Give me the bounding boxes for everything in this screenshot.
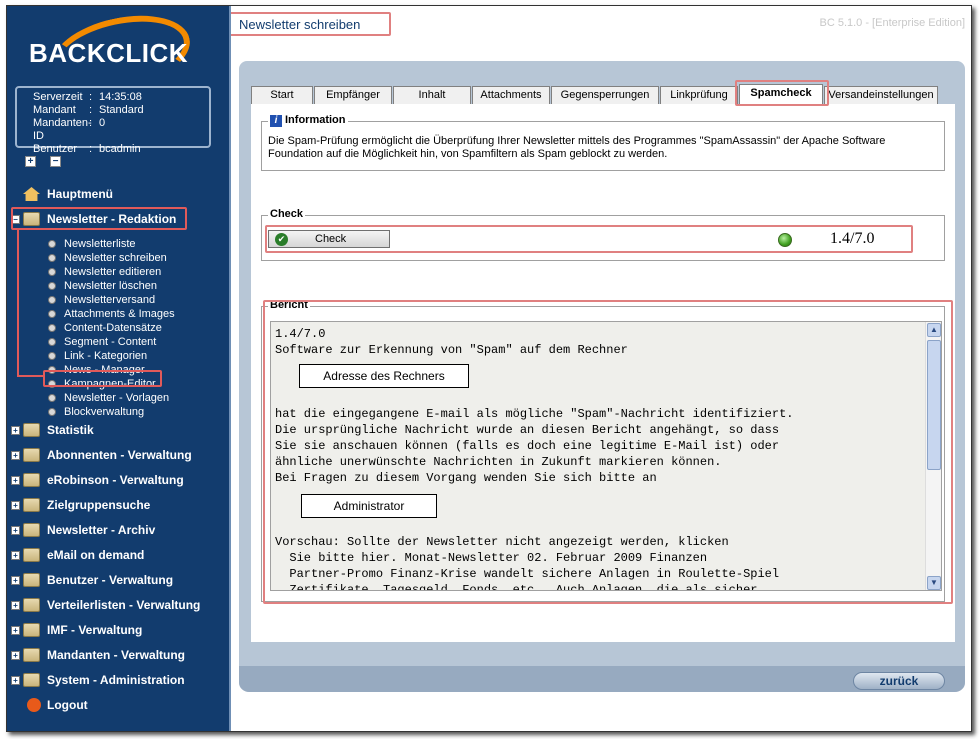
expand-node-icon[interactable]: + xyxy=(11,476,20,485)
menu-verteilerlisten-verwaltung[interactable]: + Verteilerlisten - Verwaltung xyxy=(7,593,229,618)
tab-bar: Start Empfänger Inhalt Attachments Gegen… xyxy=(251,84,939,104)
expand-node-icon[interactable]: + xyxy=(11,676,20,685)
backclick-logo: BACKCLICK xyxy=(27,6,217,102)
info-row-mandanten-id: Mandanten-ID:0 xyxy=(33,117,106,142)
folder-icon xyxy=(23,523,40,537)
info-row-mandant: Mandant: Standard xyxy=(33,104,144,116)
expand-node-icon[interactable]: + xyxy=(11,601,20,610)
bullet-icon xyxy=(48,254,56,262)
page-title: Newsletter schreiben xyxy=(229,12,391,36)
tab-start[interactable]: Start xyxy=(251,86,313,104)
version-label: BC 5.1.0 - [Enterprise Edition] xyxy=(819,17,965,29)
info-row-benutzer: Benutzer: bcadmin xyxy=(33,143,141,155)
bullet-icon xyxy=(48,324,56,332)
folder-icon xyxy=(23,598,40,612)
expand-all-icon[interactable]: + xyxy=(25,156,36,167)
info-icon: i xyxy=(270,115,282,127)
folder-icon xyxy=(23,573,40,587)
submenu-newsletter-editieren[interactable]: Newsletter editieren xyxy=(7,265,229,279)
menu-system-administration[interactable]: + System - Administration xyxy=(7,668,229,693)
bullet-icon xyxy=(48,282,56,290)
submenu-attachments-images[interactable]: Attachments & Images xyxy=(7,307,229,321)
menu-erobinson-verwaltung[interactable]: + eRobinson - Verwaltung xyxy=(7,468,229,493)
menu-benutzer-verwaltung[interactable]: + Benutzer - Verwaltung xyxy=(7,568,229,593)
tab-gegensperrungen[interactable]: Gegensperrungen xyxy=(551,86,659,104)
bullet-icon xyxy=(48,394,56,402)
submenu-newsletterversand[interactable]: Newsletterversand xyxy=(7,293,229,307)
folder-icon xyxy=(23,673,40,687)
menu-statistik[interactable]: + Statistik xyxy=(7,418,229,443)
submenu-newsletterliste[interactable]: Newsletterliste xyxy=(7,237,229,251)
expand-node-icon[interactable]: + xyxy=(11,451,20,460)
expand-node-icon[interactable]: + xyxy=(11,551,20,560)
tab-inhalt[interactable]: Inhalt xyxy=(393,86,471,104)
bullet-icon xyxy=(48,310,56,318)
tab-attachments[interactable]: Attachments xyxy=(472,86,550,104)
menu-imf-verwaltung[interactable]: + IMF - Verwaltung xyxy=(7,618,229,643)
menu-email-on-demand[interactable]: + eMail on demand xyxy=(7,543,229,568)
submenu-segment-content[interactable]: Segment - Content xyxy=(7,335,229,349)
annotation-arrow-line xyxy=(17,229,19,377)
logo-text: BACKCLICK xyxy=(29,38,189,68)
bullet-icon xyxy=(48,296,56,304)
folder-icon xyxy=(23,473,40,487)
expand-node-icon[interactable]: + xyxy=(11,501,20,510)
bullet-icon xyxy=(48,240,56,248)
expand-node-icon[interactable]: + xyxy=(11,426,20,435)
folder-icon xyxy=(23,498,40,512)
highlight-kampagnen-editor xyxy=(43,370,162,387)
submenu-content-datensaetze[interactable]: Content-Datensätze xyxy=(7,321,229,335)
information-fieldset: i Information Die Spam-Prüfung ermöglicht… xyxy=(261,114,945,171)
submenu-newsletter-schreiben[interactable]: Newsletter schreiben xyxy=(7,251,229,265)
folder-icon xyxy=(23,548,40,562)
bullet-icon xyxy=(48,338,56,346)
app-window: BACKCLICK Serverzeit:14:35:08 Mandant: St… xyxy=(6,5,972,732)
folder-icon xyxy=(23,648,40,662)
menu-hauptmenu[interactable]: Hauptmenü xyxy=(7,182,229,207)
annotation-arrow-line xyxy=(17,375,43,377)
folder-icon xyxy=(23,448,40,462)
expand-node-icon[interactable]: + xyxy=(11,651,20,660)
menu-mandanten-verwaltung[interactable]: + Mandanten - Verwaltung xyxy=(7,643,229,668)
expand-node-icon[interactable]: + xyxy=(11,626,20,635)
folder-icon xyxy=(23,423,40,437)
sidebar-divider xyxy=(229,6,231,731)
menu-logout[interactable]: Logout xyxy=(7,693,229,718)
home-icon xyxy=(23,187,40,201)
bullet-icon xyxy=(48,352,56,360)
back-button[interactable]: zurück xyxy=(853,672,945,690)
expand-node-icon[interactable]: + xyxy=(11,576,20,585)
highlight-spamcheck-tab xyxy=(735,80,829,106)
tab-versandeinstellungen[interactable]: Versandeinstellungen xyxy=(824,86,938,104)
information-text: Die Spam-Prüfung ermöglicht die Überprüf… xyxy=(268,135,886,160)
submenu-blockverwaltung[interactable]: Blockverwaltung xyxy=(7,405,229,419)
highlight-newsletter-redaktion xyxy=(11,207,187,230)
bullet-icon xyxy=(48,268,56,276)
submenu-newsletter-loeschen[interactable]: Newsletter löschen xyxy=(7,279,229,293)
section-menu: + Statistik + Abonnenten - Verwaltung + eRo… xyxy=(7,418,229,718)
menu-newsletter-archiv[interactable]: + Newsletter - Archiv xyxy=(7,518,229,543)
collapse-all-icon[interactable]: − xyxy=(50,156,61,167)
menu-zielgruppensuche[interactable]: + Zielgruppensuche xyxy=(7,493,229,518)
bullet-icon xyxy=(48,408,56,416)
logout-icon xyxy=(27,698,41,712)
newsletter-submenu: Newsletterliste Newsletter schreiben New… xyxy=(7,237,229,419)
main-content: Newsletter schreiben BC 5.1.0 - [Enterpr… xyxy=(229,6,971,731)
sidebar: BACKCLICK Serverzeit:14:35:08 Mandant: St… xyxy=(7,6,229,731)
highlight-check-row xyxy=(265,225,913,253)
info-row-serverzeit: Serverzeit:14:35:08 xyxy=(33,91,142,103)
tab-empfaenger[interactable]: Empfänger xyxy=(314,86,392,104)
check-legend: Check xyxy=(268,208,306,220)
server-info-box: Serverzeit:14:35:08 Mandant: Standard Man… xyxy=(15,86,211,155)
submenu-newsletter-vorlagen[interactable]: Newsletter - Vorlagen xyxy=(7,391,229,405)
information-legend: i Information xyxy=(268,114,348,127)
expand-node-icon[interactable]: + xyxy=(11,526,20,535)
tab-linkpruefung[interactable]: Linkprüfung xyxy=(660,86,738,104)
submenu-link-kategorien[interactable]: Link - Kategorien xyxy=(7,349,229,363)
tree-controls: + − xyxy=(25,156,61,167)
folder-icon xyxy=(23,623,40,637)
highlight-report xyxy=(263,300,953,604)
menu-abonnenten-verwaltung[interactable]: + Abonnenten - Verwaltung xyxy=(7,443,229,468)
